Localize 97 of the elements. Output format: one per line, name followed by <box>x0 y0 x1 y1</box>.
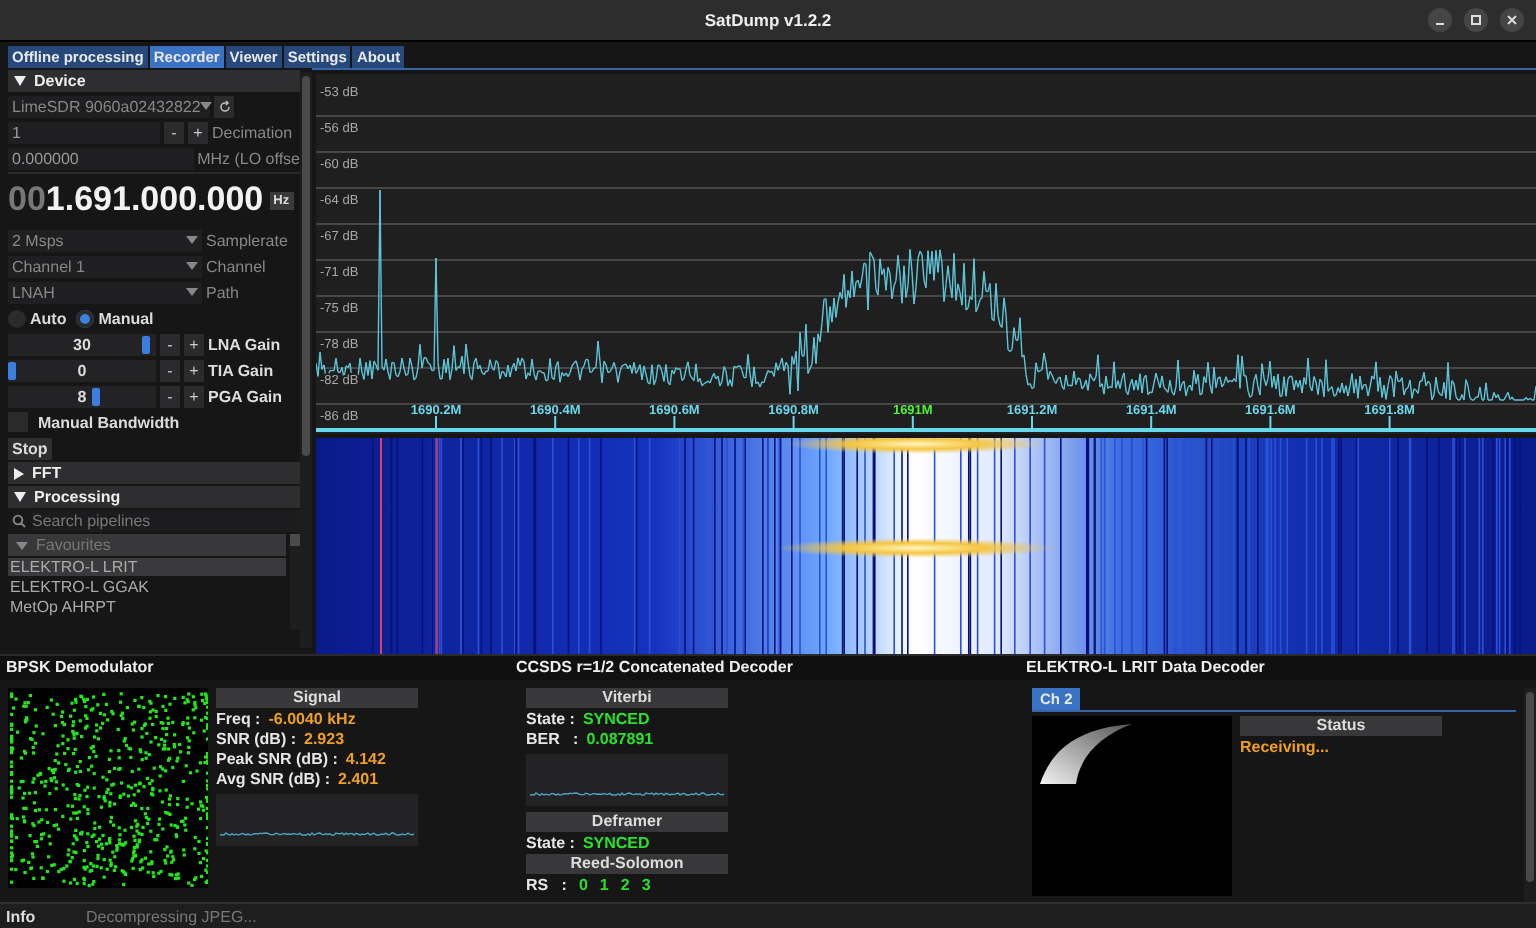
panel-title: CCSDS r=1/2 Concatenated Decoder <box>510 656 1020 680</box>
dropdown[interactable]: Channel 1 <box>8 255 202 277</box>
decrement-button[interactable]: - <box>160 359 180 381</box>
status-text: Receiving... <box>1240 738 1331 756</box>
section-header: Status <box>1240 716 1442 736</box>
section-header: Reed-Solomon <box>526 854 728 874</box>
slider-thumb[interactable] <box>92 387 101 405</box>
decimation-field[interactable]: 1 <box>8 121 160 143</box>
field-value: 0.087891 <box>586 730 654 750</box>
scrollbar[interactable] <box>300 72 312 648</box>
section-title: FFT <box>32 464 62 482</box>
slider-thumb[interactable] <box>141 335 150 353</box>
section-title: Processing <box>34 488 121 506</box>
refresh-icon <box>217 99 231 113</box>
increment-button[interactable]: + <box>184 359 204 381</box>
slider-value: 30 <box>73 335 91 353</box>
scrollbar-thumb[interactable] <box>302 76 310 456</box>
section-title: Device <box>34 72 86 90</box>
pipeline-item[interactable]: ELEKTRO-L LRIT <box>8 558 286 576</box>
field-label: Decimation <box>212 123 293 141</box>
lo-offset-field[interactable]: 0.000000 <box>8 147 194 169</box>
caret-icon <box>186 262 198 270</box>
field-label: RS : <box>526 876 567 896</box>
field-label: Path <box>206 283 239 301</box>
field-value: SYNCED <box>582 710 650 730</box>
section-header[interactable]: FFT <box>8 462 300 484</box>
status-label: Info <box>4 907 38 925</box>
field-label: MHz (LO offse <box>197 149 300 167</box>
maximize-button[interactable] <box>1464 8 1488 32</box>
radio-button[interactable] <box>76 309 95 327</box>
increment-button[interactable]: + <box>188 121 208 143</box>
slider-thumb[interactable] <box>8 361 16 379</box>
section-header[interactable]: Processing <box>8 486 300 508</box>
caret-icon <box>186 288 198 296</box>
field-label: Channel <box>206 257 266 275</box>
slider-value: 0 <box>77 361 87 379</box>
dropdown[interactable]: 2 Msps <box>8 229 202 251</box>
pipeline-item[interactable]: MetOp AHRPT <box>8 598 286 616</box>
pipeline-item[interactable]: ELEKTRO-L GGAK <box>8 578 286 596</box>
device-dropdown[interactable]: LimeSDR 9060a02432822 <box>8 95 210 117</box>
maximize-icon <box>1470 14 1482 26</box>
radio-label: Auto <box>30 309 67 327</box>
slider-label: LNA Gain <box>208 335 281 353</box>
radio-button[interactable] <box>8 309 26 327</box>
field-label: State : <box>526 834 575 854</box>
field-label: Avg SNR (dB) : <box>216 770 331 790</box>
field-value: 3 <box>641 876 651 896</box>
field-label: BER : <box>526 730 579 750</box>
search-icon <box>12 514 26 528</box>
increment-button[interactable]: + <box>184 385 204 407</box>
field-value: 2 <box>620 876 630 896</box>
radio-label: Manual <box>98 309 154 327</box>
field-value: 1 <box>599 876 609 896</box>
decrement-button[interactable]: - <box>160 385 180 407</box>
caret-icon <box>16 541 28 549</box>
section-header: Viterbi <box>526 688 728 708</box>
section-header: Signal <box>216 688 418 708</box>
slider-label: PGA Gain <box>208 387 283 405</box>
status-message: Decompressing JPEG... <box>86 907 257 925</box>
caret-icon <box>186 236 198 244</box>
section-header: Deframer <box>526 812 728 832</box>
field-value: 0 <box>578 876 588 896</box>
search-field[interactable]: Search pipelines <box>32 510 300 532</box>
decrement-button[interactable]: - <box>160 333 180 355</box>
gain-slider[interactable]: 0 <box>8 359 156 381</box>
stop-button[interactable]: Stop <box>8 437 52 459</box>
field-label: Samplerate <box>206 231 288 249</box>
scrollbar-thumb[interactable] <box>1526 692 1534 882</box>
window-title: SatDump v1.2.2 <box>704 10 832 30</box>
field-label: SNR (dB) : <box>216 730 296 750</box>
field-label: Freq : <box>216 710 261 730</box>
refresh-button[interactable] <box>214 95 234 117</box>
panel-title: ELEKTRO-L LRIT Data Decoder <box>1020 656 1536 680</box>
close-button[interactable] <box>1500 8 1524 32</box>
field-value: 2.923 <box>304 730 345 750</box>
close-icon <box>1506 14 1518 26</box>
decrement-button[interactable]: - <box>164 121 184 143</box>
minimize-button[interactable] <box>1428 8 1452 32</box>
increment-button[interactable]: + <box>184 333 204 355</box>
gain-slider[interactable]: 8 <box>8 385 156 407</box>
field-value: SYNCED <box>582 834 650 854</box>
scrollbar[interactable] <box>1524 688 1536 902</box>
gain-slider[interactable]: 30 <box>8 333 156 355</box>
field-value: -6.0040 kHz <box>268 710 356 730</box>
checkbox-label: Manual Bandwidth <box>38 413 180 431</box>
field-label: Peak SNR (dB) : <box>216 750 338 770</box>
dropdown[interactable]: LNAH <box>8 281 202 303</box>
section-header[interactable]: Device <box>8 70 300 92</box>
scrollbar[interactable] <box>290 534 300 630</box>
field-label: State : <box>526 710 575 730</box>
field-value: 4.142 <box>345 750 386 770</box>
frequency-display[interactable]: 001.691.000.000 <box>8 180 264 220</box>
scrollbar-thumb[interactable] <box>290 534 300 546</box>
slider-label: TIA Gain <box>208 361 274 379</box>
panel-title: BPSK Demodulator <box>0 656 510 680</box>
field-value: 2.401 <box>338 770 379 790</box>
slider-value: 8 <box>77 387 87 405</box>
